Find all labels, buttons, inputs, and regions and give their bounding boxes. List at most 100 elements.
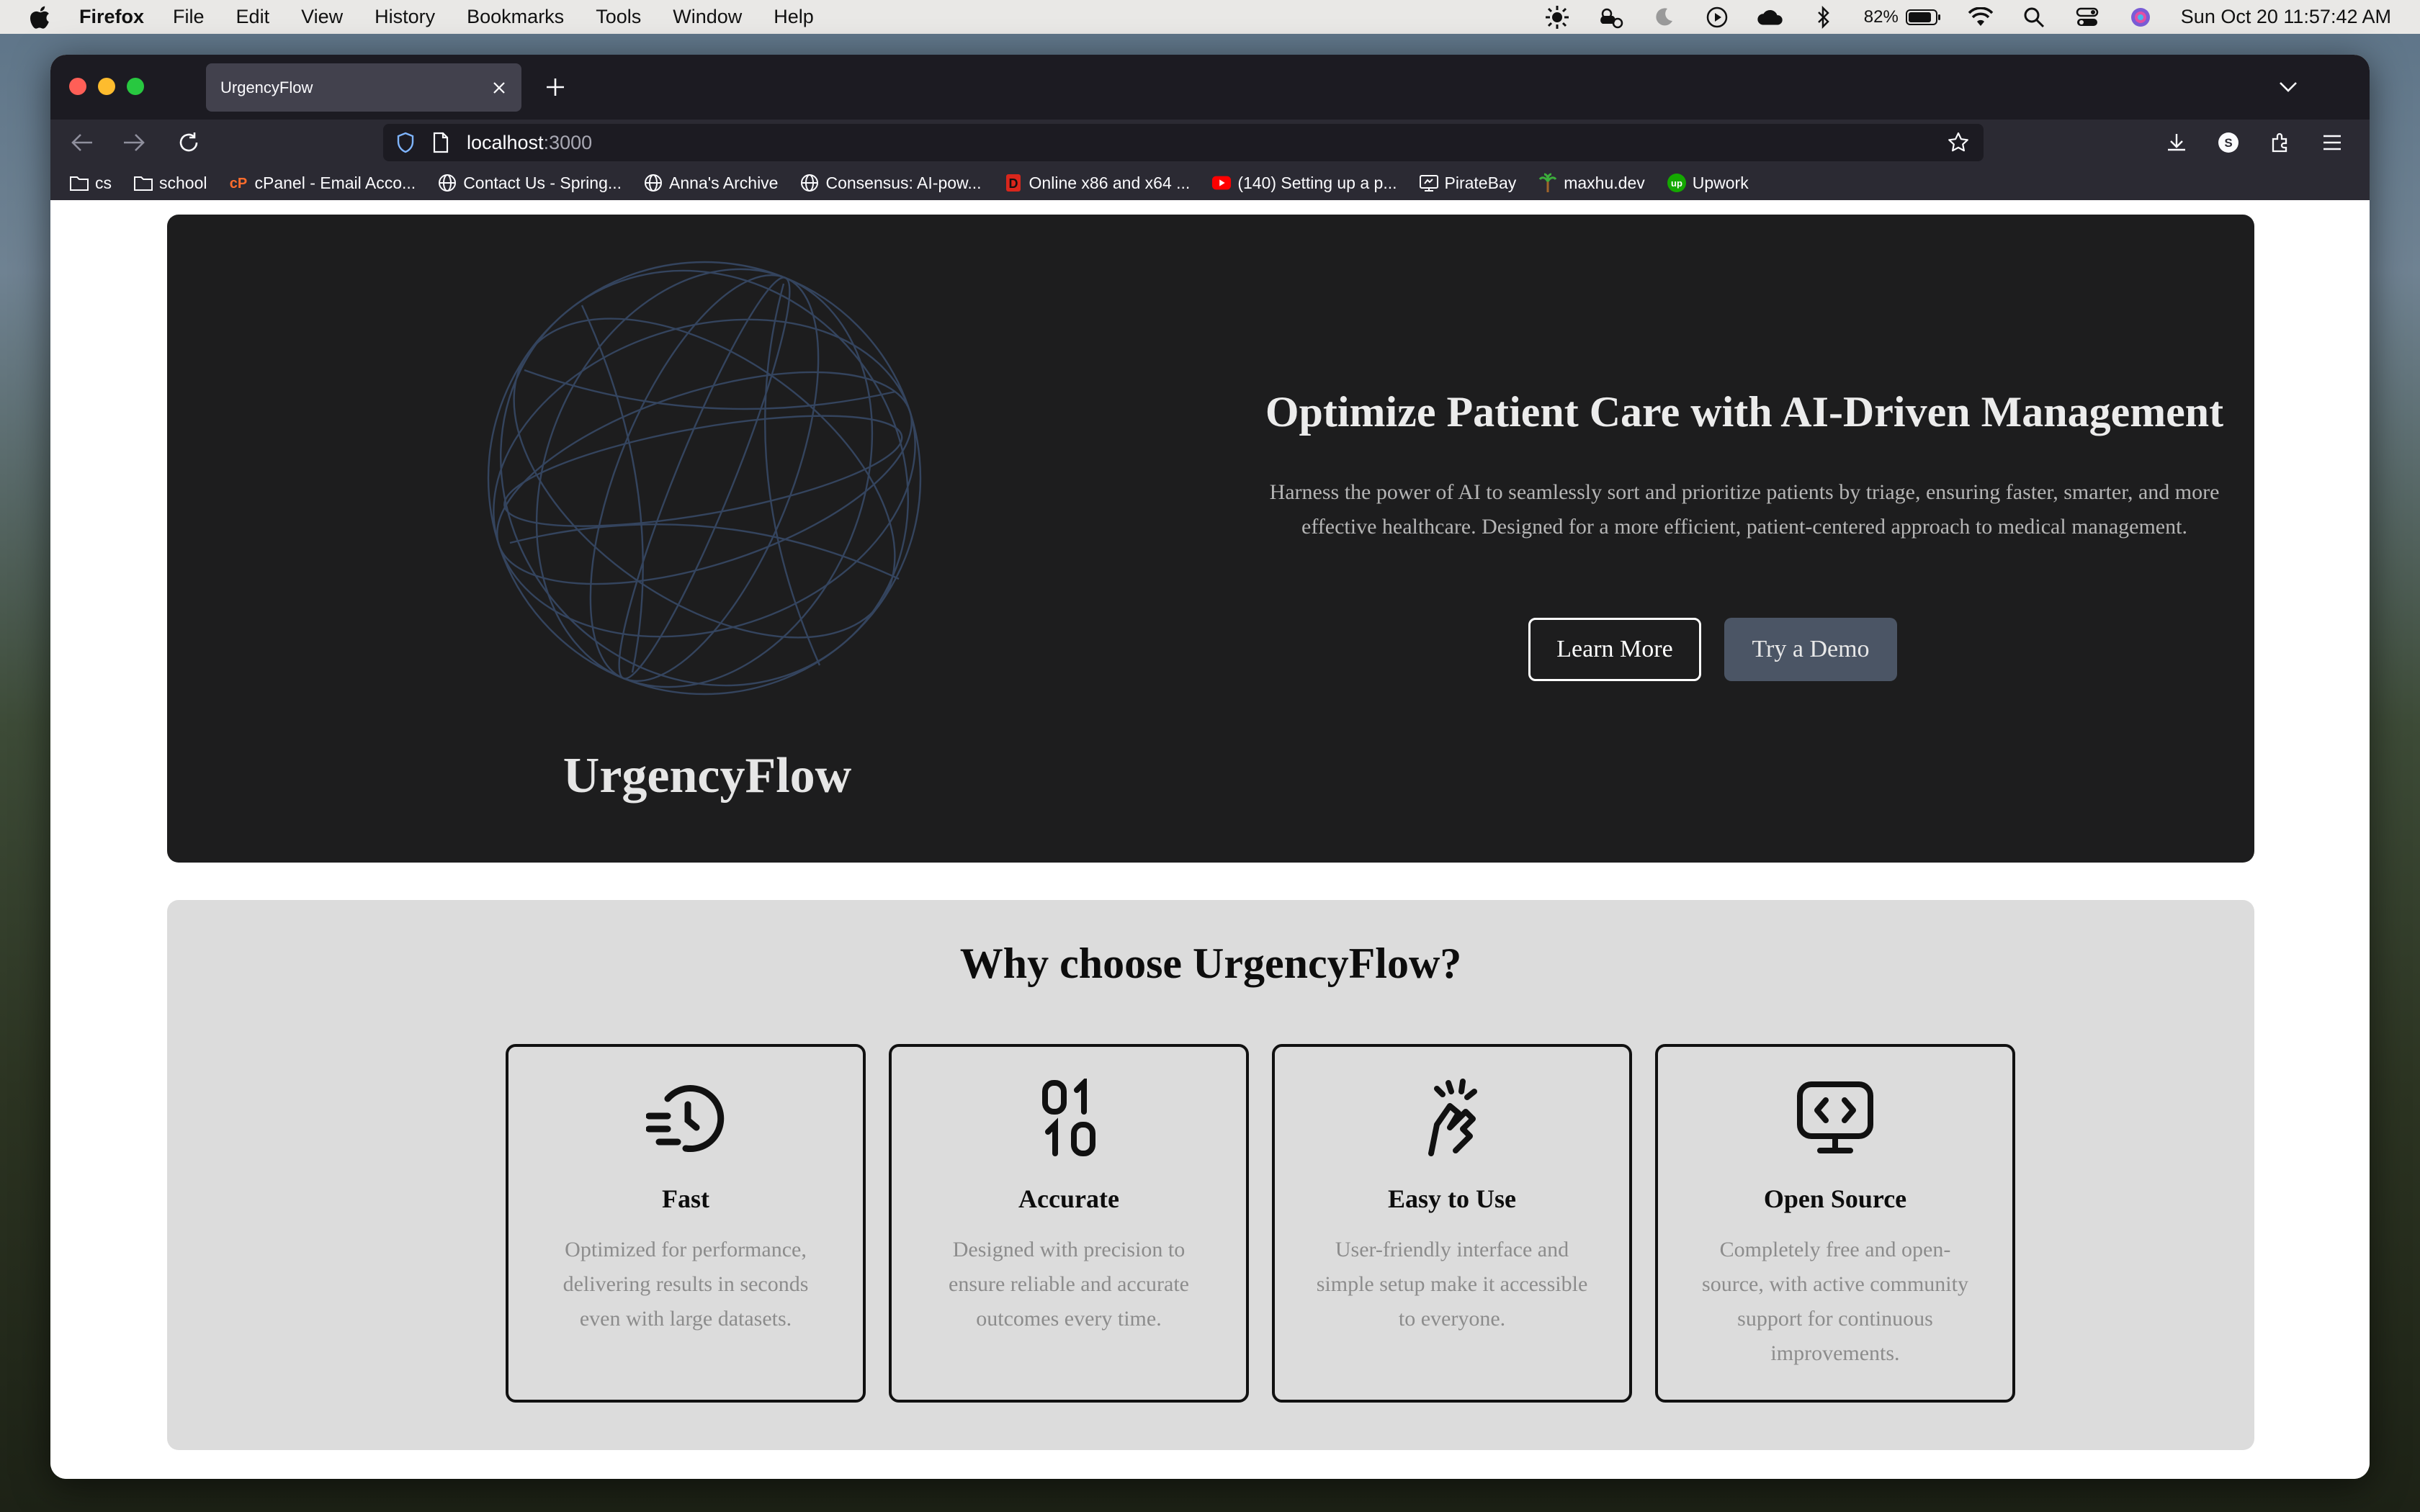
url-host: localhost [467,131,544,153]
menu-file[interactable]: File [173,6,205,28]
shield-icon[interactable] [396,132,418,153]
play-circle-icon[interactable] [1703,3,1731,32]
try-demo-button[interactable]: Try a Demo [1724,618,1897,681]
wireframe-globe [487,261,922,696]
features-section: Why choose UrgencyFlow? Fast Optimized f… [167,900,2254,1450]
cloud-icon[interactable] [1756,3,1785,32]
bookmark-youtube[interactable]: (140) Setting up a p... [1211,173,1397,193]
bookmark-online-x86[interactable]: D Online x86 and x64 ... [1003,173,1191,193]
search-icon[interactable] [2020,3,2048,32]
bookmark-label: PirateBay [1444,173,1517,192]
feature-title: Open Source [1763,1184,1907,1213]
weather-icon[interactable] [1596,3,1625,32]
feature-card-fast: Fast Optimized for performance, deliveri… [506,1044,866,1403]
svg-text:up: up [1671,178,1682,189]
close-icon[interactable] [491,80,507,96]
title-bar: UrgencyFlow [50,55,2370,120]
url-bar[interactable]: localhost:3000 [383,124,1984,161]
bookmark-label: Contact Us - Spring... [463,173,622,192]
feature-description: User-friendly interface and simple setup… [1316,1238,1588,1331]
code-monitor-icon [1797,1081,1873,1153]
menu-bookmarks[interactable]: Bookmarks [467,6,564,28]
url-port: :3000 [543,131,593,153]
navigation-toolbar: localhost:3000 S [50,120,2370,166]
bookmark-label: cs [95,173,112,192]
close-window-icon[interactable] [69,78,86,95]
menu-edit[interactable]: Edit [236,6,270,28]
bookmark-label: school [159,173,207,192]
d-logo-icon: D [1003,173,1023,193]
menu-window[interactable]: Window [673,6,742,28]
bookmark-label: Online x86 and x64 ... [1028,173,1191,192]
feature-description: Completely free and open-source, with ac… [1702,1238,1968,1365]
bookmark-label: (140) Setting up a p... [1237,173,1397,192]
apple-icon[interactable] [29,5,52,30]
bookmark-annas-archive[interactable]: Anna's Archive [643,173,778,193]
reload-icon[interactable] [176,130,202,156]
bookmark-maxhu[interactable]: maxhu.dev [1538,173,1645,193]
youtube-icon [1211,173,1232,193]
upwork-icon: up [1667,173,1687,193]
bookmark-school[interactable]: school [133,173,207,193]
brand-name: UrgencyFlow [563,748,852,804]
page-content: UrgencyFlow Optimize Patient Care with A… [50,200,2370,1479]
sun-gear-icon[interactable] [1543,3,1572,32]
bookmark-label: cPanel - Email Acco... [254,173,416,192]
feature-card-open-source: Open Source Completely free and open-sou… [1655,1044,2015,1403]
bookmarks-toolbar: cs school cP cPanel - Email Acco... Cont… [50,166,2370,200]
features-title: Why choose UrgencyFlow? [959,940,1462,987]
menu-tools[interactable]: Tools [596,6,641,28]
globe-icon [437,173,457,193]
menu-history[interactable]: History [375,6,435,28]
new-tab-icon[interactable] [543,75,568,99]
account-icon[interactable]: S [2215,130,2241,156]
siri-icon[interactable] [2126,3,2155,32]
learn-more-button[interactable]: Learn More [1528,618,1701,681]
bookmark-cpanel[interactable]: cP cPanel - Email Acco... [228,173,416,193]
feature-description: Designed with precision to ensure reliab… [949,1238,1189,1331]
chevron-down-icon[interactable] [2276,75,2300,99]
bookmark-cs[interactable]: cs [69,173,112,193]
menu-view[interactable]: View [301,6,343,28]
download-icon[interactable] [2164,130,2190,156]
hamburger-menu-icon[interactable] [2319,130,2345,156]
bookmark-consensus[interactable]: Consensus: AI-pow... [799,173,982,193]
app-name[interactable]: Firefox [79,6,144,28]
tap-hand-icon [1428,1079,1477,1156]
star-bookmark-icon[interactable] [1946,130,1971,155]
bookmark-contact-us[interactable]: Contact Us - Spring... [437,173,622,193]
extensions-icon[interactable] [2267,130,2293,156]
zoom-window-icon[interactable] [127,78,144,95]
bookmark-label: Anna's Archive [669,173,779,192]
control-center-icon[interactable] [2073,3,2102,32]
globe-icon [799,173,820,193]
piratebay-icon [1419,173,1439,193]
feature-card-easy-to-use: Easy to Use User-friendly interface and … [1272,1044,1632,1403]
wifi-icon[interactable] [1966,3,1995,32]
bookmark-upwork[interactable]: up Upwork [1667,173,1749,193]
battery-icon[interactable] [1905,9,1942,26]
feature-title: Easy to Use [1388,1184,1516,1213]
bookmark-label: Upwork [1692,173,1749,192]
back-arrow-icon[interactable] [69,130,95,156]
minimize-window-icon[interactable] [98,78,115,95]
feature-card-accurate: Accurate Designed with precision to ensu… [889,1044,1249,1403]
menu-help[interactable]: Help [774,6,814,28]
moon-icon[interactable] [1649,3,1678,32]
tab-urgencyflow[interactable]: UrgencyFlow [206,63,521,112]
feature-title: Accurate [1018,1184,1119,1213]
hero-description: Harness the power of AI to seamlessly so… [1269,480,2220,539]
bookmark-label: Consensus: AI-pow... [825,173,982,192]
forward-arrow-icon[interactable] [121,130,147,156]
page-icon [432,132,452,153]
hero-section: UrgencyFlow Optimize Patient Care with A… [167,215,2254,863]
cpanel-icon: cP [228,173,248,193]
clock[interactable]: Sun Oct 20 11:57:42 AM [2181,6,2391,28]
bookmark-piratebay[interactable]: PirateBay [1419,173,1517,193]
svg-text:D: D [1008,176,1018,191]
palm-tree-icon [1538,173,1558,193]
fast-clock-icon [646,1085,725,1153]
bluetooth-icon[interactable] [1809,3,1838,32]
bookmark-label: maxhu.dev [1564,173,1645,192]
svg-text:cP: cP [230,176,247,192]
